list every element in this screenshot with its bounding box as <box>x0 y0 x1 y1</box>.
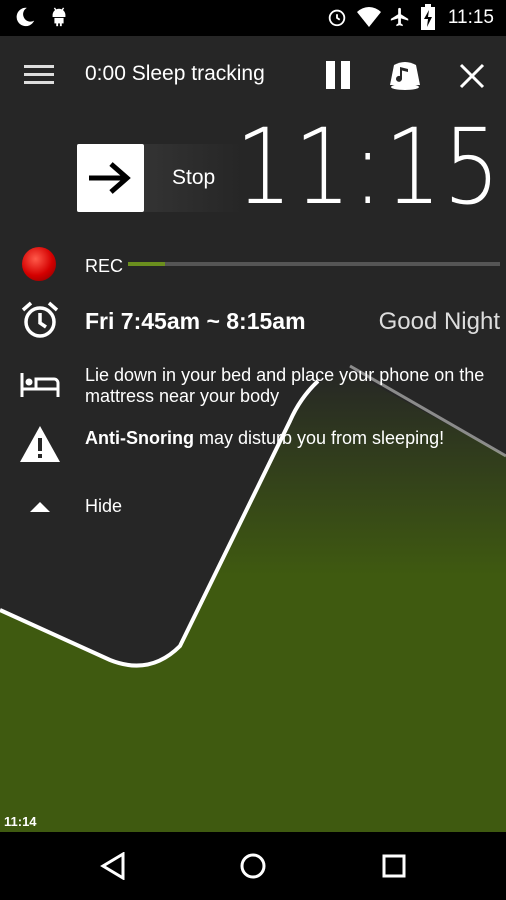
chevron-up-icon[interactable] <box>30 501 50 513</box>
page-title: 0:00 Sleep tracking <box>85 62 265 85</box>
stop-slider[interactable]: Stop <box>77 144 243 212</box>
current-time-clock: 11:15 <box>235 106 502 228</box>
battery-charging-icon <box>421 4 435 30</box>
recording-progress-fill <box>128 262 166 266</box>
menu-icon[interactable] <box>24 65 54 85</box>
moon-icon <box>16 7 35 27</box>
arrow-right-icon <box>89 162 131 194</box>
wifi-icon <box>357 7 381 27</box>
alarm-time-range[interactable]: Fri 7:45am ~ 8:15am <box>85 308 306 335</box>
rec-label: REC <box>85 256 124 276</box>
status-bar: 11:15 <box>0 0 506 36</box>
lullaby-icon[interactable] <box>387 57 423 93</box>
anti-snoring-message: may disturb you from sleeping! <box>193 428 445 448</box>
back-icon[interactable] <box>100 852 126 880</box>
anti-snoring-label: Anti-Snoring <box>85 428 194 448</box>
record-indicator-icon <box>22 247 56 281</box>
hide-button[interactable]: Hide <box>85 496 122 517</box>
home-icon[interactable] <box>240 853 266 879</box>
warning-icon <box>20 426 60 462</box>
pause-icon[interactable] <box>324 61 352 89</box>
alarm-clock-icon[interactable] <box>20 300 60 340</box>
stop-label: Stop <box>172 166 216 189</box>
android-icon <box>52 7 66 27</box>
top-bar: 0:00 Sleep tracking <box>0 36 506 114</box>
app-screen: 0:00 Sleep tracking Stop 11:15 REC Fri 7… <box>0 36 506 832</box>
close-icon[interactable] <box>459 63 485 89</box>
alarm-icon <box>328 9 346 27</box>
status-time: 11:15 <box>447 7 494 28</box>
stop-slider-knob[interactable] <box>77 144 144 212</box>
recents-icon[interactable] <box>382 854 406 878</box>
anti-snoring-warning: Anti-Snoring may disturb you from sleepi… <box>85 428 444 449</box>
recording-progress <box>128 262 500 266</box>
bed-icon <box>20 373 60 397</box>
good-night-text: Good Night <box>378 308 500 335</box>
instruction-text: Lie down in your bed and place your phon… <box>85 365 485 406</box>
navigation-bar <box>0 832 506 900</box>
graph-start-time: 11:14 <box>4 814 37 829</box>
airplane-icon <box>390 7 409 27</box>
